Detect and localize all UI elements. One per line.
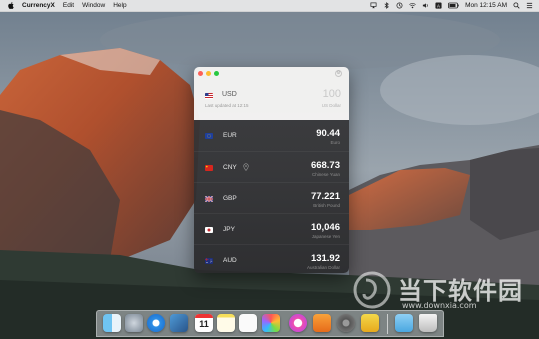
svg-text:A: A: [437, 3, 440, 8]
watermark-logo: [353, 271, 391, 309]
currency-amount: 90.44: [316, 128, 340, 139]
currency-name: Australian Dollar: [306, 265, 340, 270]
photos-icon[interactable]: [262, 314, 280, 332]
safari-icon[interactable]: [147, 314, 165, 332]
airplay-icon[interactable]: [370, 2, 377, 9]
close-button[interactable]: [198, 71, 203, 76]
currency-row-aud[interactable]: AUD 131.92 Australian Dollar: [194, 244, 349, 273]
currency-name: Chinese Yuan: [312, 172, 340, 177]
system-preferences-icon[interactable]: [337, 314, 355, 332]
zoom-button[interactable]: [214, 71, 219, 76]
menu-bar: CurrencyX Edit Window Help A Mon 12:15 A…: [0, 0, 539, 12]
currency-list: EUR 90.44 Euro CNY 668.73 Chinese Yuan G…: [194, 120, 349, 273]
currency-row-jpy[interactable]: JPY 10,046 Japanese Yen: [194, 213, 349, 244]
trash-icon[interactable]: [419, 314, 437, 332]
preview-icon[interactable]: [170, 314, 188, 332]
base-amount-input[interactable]: 100: [323, 88, 341, 100]
currency-code: JPY: [223, 226, 235, 233]
eu-flag-icon: [205, 133, 213, 139]
notes-icon[interactable]: [217, 314, 235, 332]
dock: 11: [96, 310, 444, 337]
ibooks-icon[interactable]: [313, 314, 331, 332]
currency-amount: 77.221: [310, 191, 340, 202]
currency-code: CNY: [223, 164, 237, 171]
volume-icon[interactable]: [422, 2, 429, 9]
base-currency-panel: ⚙ USD 100 Last updated at 12:15 US Dolla…: [194, 67, 349, 120]
itunes-icon[interactable]: [289, 314, 307, 332]
jp-flag-icon: [205, 227, 213, 233]
currency-amount: 10,046: [310, 222, 340, 233]
currencyx-icon[interactable]: [361, 314, 379, 332]
settings-icon[interactable]: ⚙: [335, 70, 342, 77]
currency-code: GBP: [223, 195, 237, 202]
reminders-icon[interactable]: [239, 314, 257, 332]
window-controls: [198, 71, 219, 76]
au-flag-icon: [205, 258, 213, 264]
currency-name: Japanese Yen: [311, 234, 340, 239]
wifi-icon[interactable]: [409, 2, 416, 9]
calendar-icon[interactable]: 11: [195, 314, 213, 332]
menu-help[interactable]: Help: [113, 2, 126, 9]
minimize-button[interactable]: [206, 71, 211, 76]
menu-window[interactable]: Window: [82, 2, 105, 9]
downloads-folder-icon[interactable]: [395, 314, 413, 332]
menu-app-name[interactable]: CurrencyX: [22, 2, 55, 9]
currency-row-gbp[interactable]: GBP 77.221 British Pound: [194, 182, 349, 213]
base-currency-code: USD: [222, 91, 237, 98]
time-machine-icon[interactable]: [396, 2, 403, 9]
base-currency-name: US Dollar: [321, 103, 341, 108]
currency-name: British Pound: [313, 203, 340, 208]
finder-icon[interactable]: [103, 314, 121, 332]
menubar-clock[interactable]: Mon 12:15 AM: [465, 2, 507, 9]
watermark-url: www.downxia.com: [402, 301, 477, 310]
cn-flag-icon: [205, 165, 213, 171]
menu-edit[interactable]: Edit: [63, 2, 74, 9]
location-pin-icon: [243, 163, 249, 171]
dock-separator: [387, 314, 388, 334]
launchpad-icon[interactable]: [125, 314, 143, 332]
input-source-icon[interactable]: A: [435, 2, 442, 9]
currencyx-window: ⚙ USD 100 Last updated at 12:15 US Dolla…: [194, 67, 349, 273]
currency-code: EUR: [223, 132, 237, 139]
currency-amount: 131.92: [310, 253, 340, 264]
gb-flag-icon: [205, 196, 213, 202]
currency-row-cny[interactable]: CNY 668.73 Chinese Yuan: [194, 151, 349, 182]
currency-amount: 668.73: [310, 160, 340, 171]
status-area: A Mon 12:15 AM: [370, 0, 533, 11]
currency-code: AUD: [223, 257, 237, 264]
us-flag-icon: [205, 93, 213, 99]
apple-menu-icon[interactable]: [6, 2, 16, 9]
base-currency-row[interactable]: USD 100 Last updated at 12:15 US Dollar: [205, 88, 341, 111]
bluetooth-icon[interactable]: [383, 2, 390, 9]
currency-row-eur[interactable]: EUR 90.44 Euro: [194, 120, 349, 150]
currency-name: Euro: [330, 140, 340, 145]
notification-center-icon[interactable]: [526, 2, 533, 9]
battery-icon[interactable]: [448, 2, 459, 9]
spotlight-search-icon[interactable]: [513, 2, 520, 9]
last-updated-text: Last updated at 12:15: [205, 103, 249, 108]
